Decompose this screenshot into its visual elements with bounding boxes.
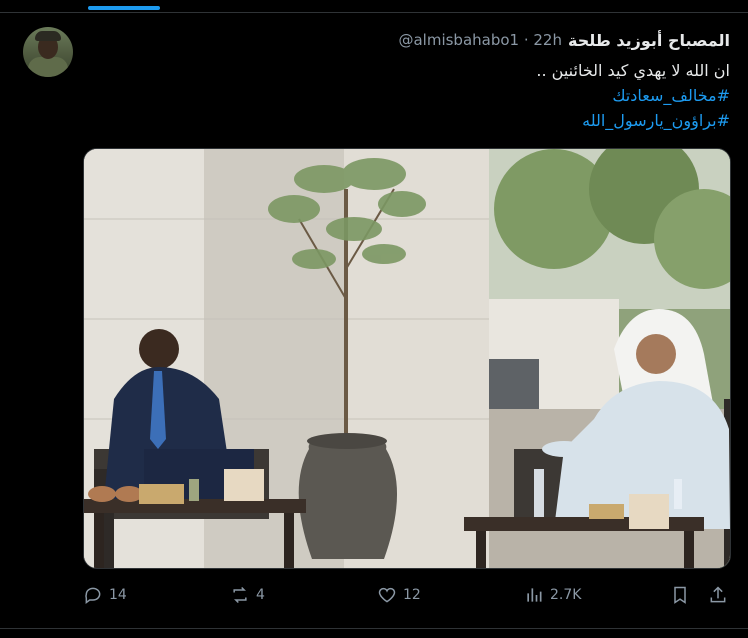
bookmark-button[interactable]: [670, 585, 690, 605]
views-icon: [527, 588, 542, 602]
top-tab-bar: [0, 0, 748, 12]
tweet-text: ان الله لا يهدي كيد الخائنين .. #مخالف_س…: [90, 58, 730, 133]
bookmark-icon: [674, 586, 686, 604]
hashtag-link[interactable]: #براؤون_يارسول_الله: [90, 108, 730, 133]
reply-button[interactable]: 14: [83, 585, 127, 605]
avatar-body: [28, 57, 68, 77]
author-handle[interactable]: @almisbahabo1 · 22h: [398, 31, 562, 49]
views-button[interactable]: 2.7K: [524, 585, 581, 605]
tweet-header: المصباح أبوزيد طلحة @almisbahabo1 · 22h: [398, 28, 730, 52]
hashtag-link[interactable]: #مخالف_سعادتك: [90, 83, 730, 108]
meeting-photo-illustration: [84, 149, 730, 568]
views-count: 2.7K: [550, 587, 582, 603]
reply-count: 14: [109, 587, 127, 603]
like-count: 12: [403, 587, 421, 603]
bottom-divider: [0, 628, 748, 629]
author-name[interactable]: المصباح أبوزيد طلحة: [568, 31, 730, 50]
tweet-actions: 14 4 12 2.7K: [0, 582, 748, 612]
repost-button[interactable]: 4: [230, 585, 265, 605]
tweet-text-line: ان الله لا يهدي كيد الخائنين ..: [536, 61, 730, 80]
active-tab-indicator: [88, 6, 160, 10]
avatar[interactable]: [23, 27, 73, 77]
reply-icon: [85, 587, 101, 604]
repost-icon: [233, 586, 247, 604]
avatar-beret: [35, 31, 61, 41]
repost-count: 4: [256, 587, 265, 603]
like-button[interactable]: 12: [377, 585, 421, 605]
heart-icon: [378, 587, 396, 603]
share-icon: [710, 586, 726, 603]
top-divider: [0, 12, 748, 13]
tweet-photo[interactable]: [83, 148, 731, 569]
share-button[interactable]: [708, 585, 728, 605]
